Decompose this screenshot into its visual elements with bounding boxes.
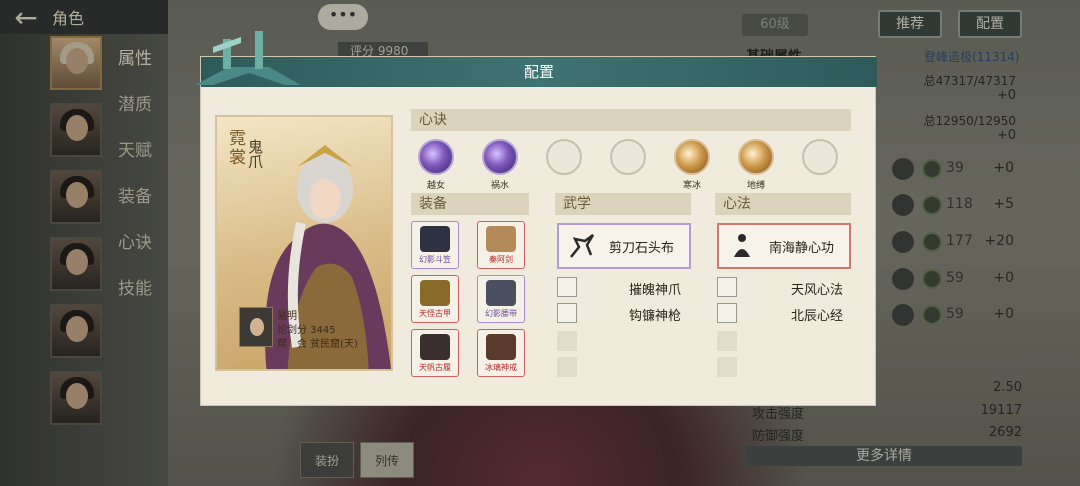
skill-icon bbox=[557, 277, 577, 297]
xinfa-sub-label: 北辰心经 bbox=[791, 309, 844, 324]
empty-skill-slot[interactable] bbox=[717, 357, 737, 377]
character-card: 霓裳 鬼爪 易明 论剑分 3445 帮 会 贫民窟(天) bbox=[215, 115, 393, 371]
xinjue-slot-empty[interactable] bbox=[609, 139, 647, 191]
xinjue-slot[interactable]: 地缚 bbox=[737, 139, 775, 191]
xinjue-header: 心诀 bbox=[411, 109, 851, 131]
wuxue-main-skill[interactable]: 剪刀石头布 bbox=[557, 223, 691, 269]
equipment-slot[interactable]: 幻影腰带 bbox=[477, 275, 525, 323]
wuxue-sub-label: 摧魄神爪 bbox=[629, 283, 682, 298]
player-avatar bbox=[239, 307, 273, 347]
wuxue-main-label: 剪刀石头布 bbox=[609, 240, 675, 256]
xinjue-icon bbox=[418, 139, 454, 175]
player-info: 易明 论剑分 3445 帮 会 贫民窟(天) bbox=[239, 307, 389, 353]
xinjue-label: 地缚 bbox=[746, 181, 765, 191]
wuxue-header: 武学 bbox=[555, 193, 691, 215]
equipment-header: 装备 bbox=[411, 193, 529, 215]
hat-icon bbox=[420, 226, 450, 252]
equipment-slot[interactable]: 天怪古甲 bbox=[411, 275, 459, 323]
equipment-label: 幻影腰带 bbox=[485, 309, 517, 318]
xinfa-sub-skill[interactable]: 北辰心经 bbox=[717, 303, 867, 324]
character-title: 鬼爪 bbox=[246, 139, 264, 169]
xinfa-sub-skill[interactable]: 天风心法 bbox=[717, 277, 867, 298]
wuxue-sub-skill[interactable]: 钩镰神枪 bbox=[557, 303, 707, 324]
belt-icon bbox=[486, 280, 516, 306]
xinjue-slot[interactable]: 寒冰 bbox=[673, 139, 711, 191]
boots-icon bbox=[420, 334, 450, 360]
martial-figure-icon bbox=[570, 234, 595, 258]
equipment-slot[interactable]: 秦阿剑 bbox=[477, 221, 525, 269]
empty-slot-icon bbox=[610, 139, 646, 175]
xinjue-label: 寒冰 bbox=[682, 181, 701, 191]
xinjue-label: 祸水 bbox=[490, 181, 509, 191]
xinjue-slot[interactable]: 祸水 bbox=[481, 139, 519, 191]
xinjue-slot[interactable]: 越女 bbox=[417, 139, 455, 191]
wuxue-sub-label: 钩镰神枪 bbox=[629, 309, 682, 324]
equipment-slot[interactable]: 天帆古履 bbox=[411, 329, 459, 377]
equipment-slot[interactable]: 冰璃神戒 bbox=[477, 329, 525, 377]
sword-icon bbox=[486, 226, 516, 252]
armor-icon bbox=[420, 280, 450, 306]
config-modal: 配置 霓裳 鬼爪 易明 论剑分 3445 帮 会 贫民窟(天) 心诀 越女 祸水… bbox=[195, 31, 877, 406]
equipment-slot[interactable]: 幻影斗笠 bbox=[411, 221, 459, 269]
equipment-label: 天怪古甲 bbox=[419, 309, 451, 318]
equipment-label: 秦阿剑 bbox=[489, 255, 513, 264]
player-guild: 帮 会 贫民窟(天) bbox=[277, 339, 358, 350]
wuxue-sub-skill[interactable]: 摧魄神爪 bbox=[557, 277, 707, 298]
empty-skill-slot[interactable] bbox=[557, 331, 577, 351]
empty-skill-slot[interactable] bbox=[557, 357, 577, 377]
skill-icon bbox=[717, 303, 737, 323]
player-rank: 论剑分 3445 bbox=[277, 325, 336, 336]
empty-slot-icon bbox=[802, 139, 838, 175]
xinfa-main-skill[interactable]: 南海静心功 bbox=[717, 223, 851, 269]
player-name: 易明 bbox=[277, 311, 297, 322]
skill-icon bbox=[717, 277, 737, 297]
xinjue-slot-empty[interactable] bbox=[545, 139, 583, 191]
xinfa-sub-label: 天风心法 bbox=[791, 283, 844, 298]
xinjue-icon bbox=[738, 139, 774, 175]
equipment-label: 天帆古履 bbox=[419, 363, 451, 372]
empty-slot-icon bbox=[546, 139, 582, 175]
xinjue-icon bbox=[674, 139, 710, 175]
xinfa-main-label: 南海静心功 bbox=[769, 240, 835, 256]
skill-icon bbox=[557, 303, 577, 323]
xinfa-header: 心法 bbox=[715, 193, 851, 215]
ring-icon bbox=[486, 334, 516, 360]
xinjue-icon bbox=[482, 139, 518, 175]
empty-skill-slot[interactable] bbox=[717, 331, 737, 351]
pagoda-ornament-icon bbox=[195, 31, 301, 85]
meditation-figure-icon bbox=[734, 234, 750, 257]
equipment-label: 幻影斗笠 bbox=[419, 255, 451, 264]
xinjue-label: 越女 bbox=[426, 181, 445, 191]
xinjue-slot-empty[interactable] bbox=[801, 139, 839, 191]
equipment-label: 冰璃神戒 bbox=[485, 363, 517, 372]
